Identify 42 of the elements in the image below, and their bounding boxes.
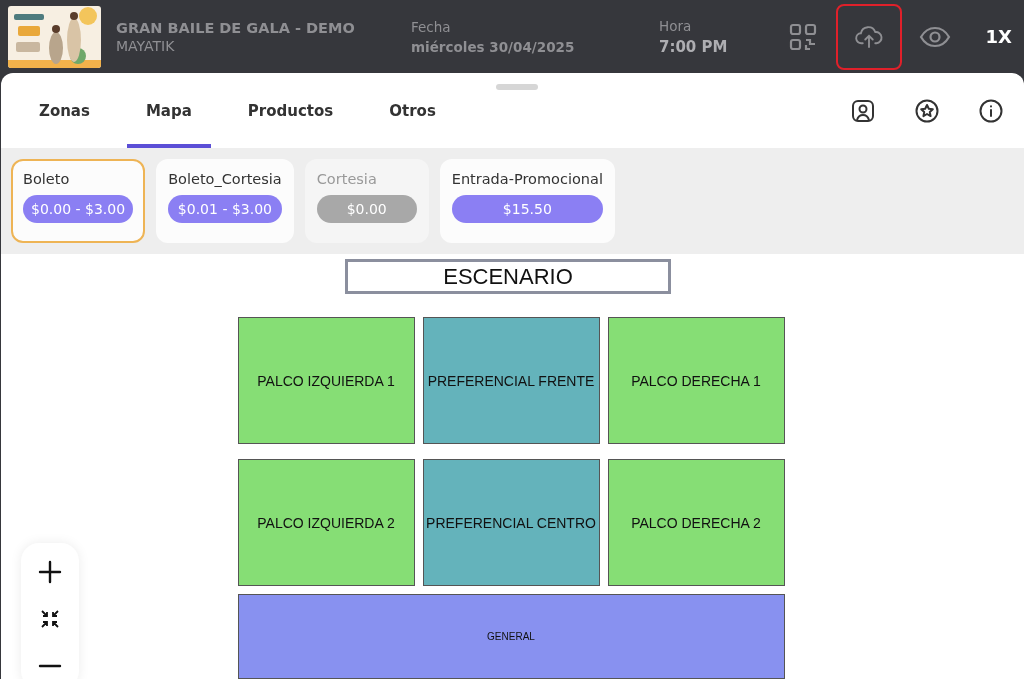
qr-code-icon	[788, 22, 817, 51]
seating-zone[interactable]: PALCO IZQUIERDA 2	[237, 459, 415, 586]
price-pill: $0.00 - $3.00	[23, 195, 134, 223]
tab[interactable]: Otros	[370, 73, 455, 148]
ticket-name: Boleto_Cortesia	[168, 171, 282, 187]
user-icon	[851, 98, 875, 123]
price-pill: $0.00	[316, 195, 417, 223]
seating-zone[interactable]: PALCO DERECHA 2	[607, 459, 785, 586]
eye-icon	[918, 25, 951, 48]
minus-icon	[38, 662, 62, 669]
ticket-name: Entrada-Promocional	[451, 171, 603, 187]
ticket-name: Boleto	[23, 171, 71, 187]
collapse-arrows-icon	[40, 609, 60, 629]
date-label: Fecha	[411, 18, 452, 35]
ticket-type-card[interactable]: Boleto $0.00 - $3.00	[11, 159, 146, 243]
time-label: Hora	[659, 17, 693, 34]
seating-zone[interactable]: PREFERENCIAL FRENTE	[422, 317, 600, 444]
zoom-in-button[interactable]	[37, 559, 63, 586]
user-button[interactable]	[850, 97, 876, 124]
ticket-type-card[interactable]: Boleto_Cortesia $0.01 - $3.00	[156, 159, 294, 243]
info-icon	[979, 98, 1003, 123]
price-pill: $0.01 - $3.00	[168, 195, 282, 223]
tab[interactable]: Zonas	[20, 73, 109, 148]
stage-area: ESCENARIO	[345, 259, 671, 294]
event-date: miércoles 30/04/2025	[411, 38, 576, 55]
ticket-name: Cortesia	[316, 171, 378, 187]
seating-zone[interactable]: GENERAL	[237, 594, 785, 679]
seating-zone[interactable]: PALCO DERECHA 1	[607, 317, 785, 444]
seating-zone[interactable]: PREFERENCIAL CENTRO	[422, 459, 600, 586]
drag-handle[interactable]	[496, 84, 538, 90]
star-button[interactable]	[914, 97, 940, 124]
speed-button[interactable]: 1X	[967, 26, 1024, 47]
tab[interactable]: Productos	[228, 73, 353, 148]
ticket-type-card[interactable]: Entrada-Promocional $15.50	[439, 159, 615, 243]
organizer-name: MAYATIK	[116, 37, 176, 54]
upload-button[interactable]	[835, 3, 902, 70]
price-pill: $15.50	[451, 195, 603, 223]
info-button[interactable]	[978, 97, 1004, 124]
seating-zone[interactable]: PALCO IZQUIERDA 1	[237, 317, 415, 444]
event-title: GRAN BAILE DE GALA - DEMO	[116, 19, 356, 36]
plus-icon	[38, 560, 62, 585]
event-time: 7:00 PM	[659, 37, 729, 56]
